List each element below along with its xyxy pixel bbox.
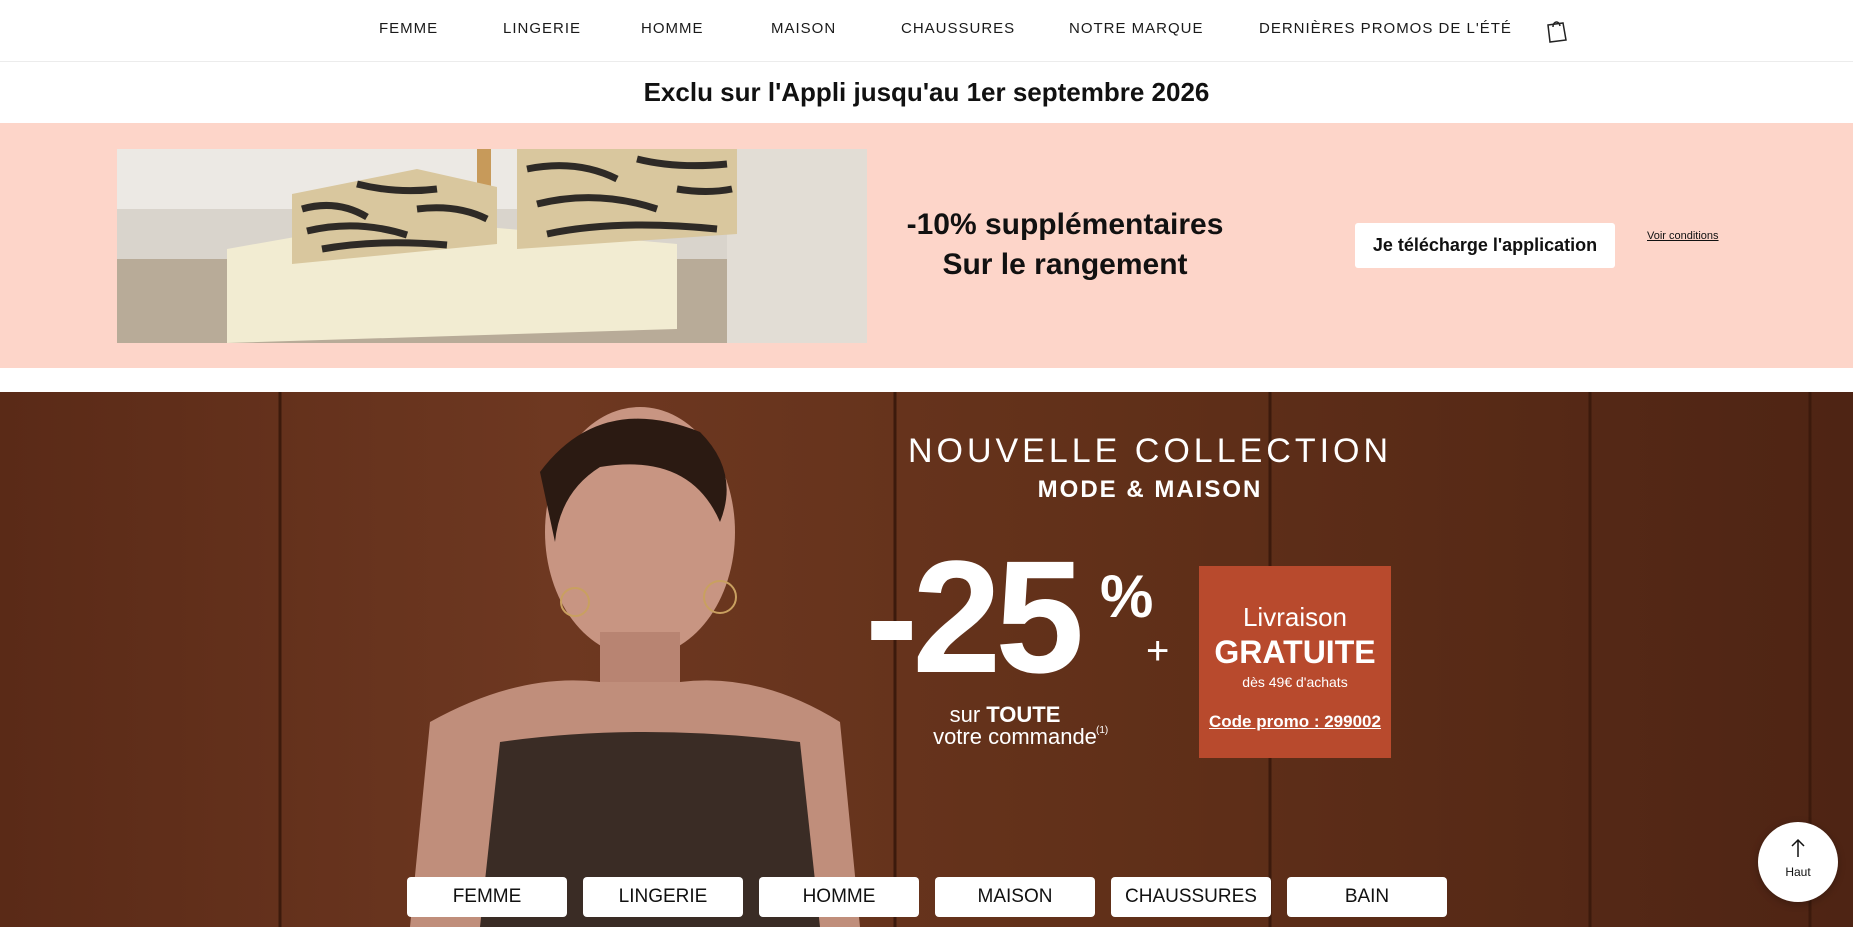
category-button-homme[interactable]: HOMME [759,877,919,917]
nav-item-promos-ete[interactable]: DERNIÈRES PROMOS DE L'ÉTÉ [1259,20,1512,37]
storage-boxes-image[interactable] [117,149,867,343]
category-button-femme[interactable]: FEMME [407,877,567,917]
shopping-bag-icon[interactable] [1545,18,1569,44]
hero-footnote-ref: (1) [1096,725,1109,736]
hero-subtitle: MODE & MAISON [1037,476,1263,503]
category-button-bain[interactable]: BAIN [1287,877,1447,917]
delivery-line2: GRATUITE [1214,634,1376,670]
top-navigation: FEMME LINGERIE HOMME MAISON CHAUSSURES N… [0,0,1853,62]
conditions-link[interactable]: Voir conditions [1647,230,1719,242]
back-to-top-label: Haut [1785,865,1811,879]
nav-item-femme[interactable]: FEMME [379,20,438,37]
category-buttons: FEMME LINGERIE HOMME MAISON CHAUSSURES B… [407,877,1447,917]
promo-headline-line2: Sur le rangement [942,248,1188,281]
promo-headline-line1: -10% supplémentaires [906,208,1224,241]
nav-item-chaussures[interactable]: CHAUSSURES [901,20,1015,37]
storage-promo-band: -10% supplémentaires Sur le rangement Je… [0,123,1853,368]
delivery-line1: Livraison [1242,602,1348,632]
hero-votre-commande: votre commande [933,724,1097,749]
hero-discount: -25 [865,527,1084,706]
back-to-top-button[interactable]: Haut [1758,822,1838,902]
delivery-threshold: dès 49€ d'achats [1242,674,1348,690]
app-exclusive-banner: Exclu sur l'Appli jusqu'au 1er septembre… [0,62,1853,123]
category-button-lingerie[interactable]: LINGERIE [583,877,743,917]
promo-code-link[interactable]: Code promo : 299002 [1199,712,1391,732]
nav-item-maison[interactable]: MAISON [771,20,836,37]
free-delivery-box: Livraison GRATUITE dès 49€ d'achats Code… [1199,566,1391,758]
promo-headline: -10% supplémentaires Sur le rangement [890,205,1240,285]
hero-plus: + [1146,629,1170,673]
category-button-chaussures[interactable]: CHAUSSURES [1111,877,1271,917]
nav-item-homme[interactable]: HOMME [641,20,704,37]
hero-sur-toute: sur TOUTE [905,704,1105,726]
nav-item-notre-marque[interactable]: NOTRE MARQUE [1069,20,1204,37]
category-button-maison[interactable]: MAISON [935,877,1095,917]
download-app-button[interactable]: Je télécharge l'application [1355,223,1615,268]
hero-title: NOUVELLE COLLECTION [907,432,1393,470]
arrow-up-icon [1790,838,1806,858]
nav-item-lingerie[interactable]: LINGERIE [503,20,581,37]
hero-percent: % [1100,563,1154,630]
app-exclusive-text: Exclu sur l'Appli jusqu'au 1er septembre… [643,77,1210,107]
hero-banner: NOUVELLE COLLECTION MODE & MAISON -25 % … [0,392,1853,927]
